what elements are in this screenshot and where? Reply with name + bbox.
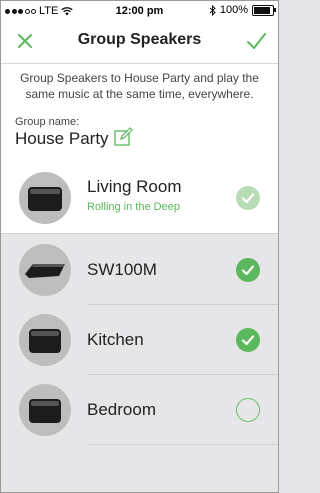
checkmark-icon <box>241 335 255 346</box>
bluetooth-icon <box>209 4 216 16</box>
battery-fill <box>254 6 270 14</box>
group-name-label: Group name: <box>15 116 80 128</box>
checkmark-icon <box>247 33 266 49</box>
now-playing-text: Rolling in the Deep <box>87 201 180 213</box>
speaker-name: Living Room <box>87 177 182 196</box>
group-name-value[interactable]: House Party <box>15 129 109 149</box>
confirm-button[interactable] <box>244 29 268 53</box>
description-text: Group Speakers to House Party and play t… <box>20 71 259 101</box>
selection-indicator[interactable] <box>236 186 260 210</box>
app-screen: LTE 12:00 pm 100% Group Speakers Group S… <box>0 0 279 493</box>
edit-icon <box>114 127 133 146</box>
selection-indicator[interactable] <box>236 258 260 282</box>
speaker-row-living-room[interactable]: Living Room Rolling in the Deep <box>1 163 278 233</box>
speaker-thumbnail <box>19 314 71 366</box>
speaker-thumbnail <box>19 172 71 224</box>
battery-icon <box>252 4 276 16</box>
row-divider <box>87 444 278 445</box>
checkmark-icon <box>241 193 255 204</box>
speaker-name: Bedroom <box>87 400 156 419</box>
speaker-row-kitchen[interactable]: Kitchen <box>1 305 278 375</box>
speaker-row-sw100m[interactable]: SW100M <box>1 235 278 305</box>
battery-percent: 100% <box>219 4 248 16</box>
checkmark-icon <box>241 265 255 276</box>
speaker-name: SW100M <box>87 260 157 279</box>
speaker-name: Kitchen <box>87 330 144 349</box>
edit-button[interactable] <box>113 126 135 148</box>
speaker-thumbnail <box>19 384 71 436</box>
selection-indicator[interactable] <box>236 328 260 352</box>
status-right: 100% <box>209 4 276 16</box>
status-bar: LTE 12:00 pm 100% <box>1 1 278 21</box>
speaker-row-bedroom[interactable]: Bedroom <box>1 375 278 445</box>
selection-indicator[interactable] <box>236 398 260 422</box>
speaker-thumbnail <box>19 244 71 296</box>
page-title: Group Speakers <box>77 31 202 48</box>
navigation-bar: Group Speakers <box>1 21 278 64</box>
